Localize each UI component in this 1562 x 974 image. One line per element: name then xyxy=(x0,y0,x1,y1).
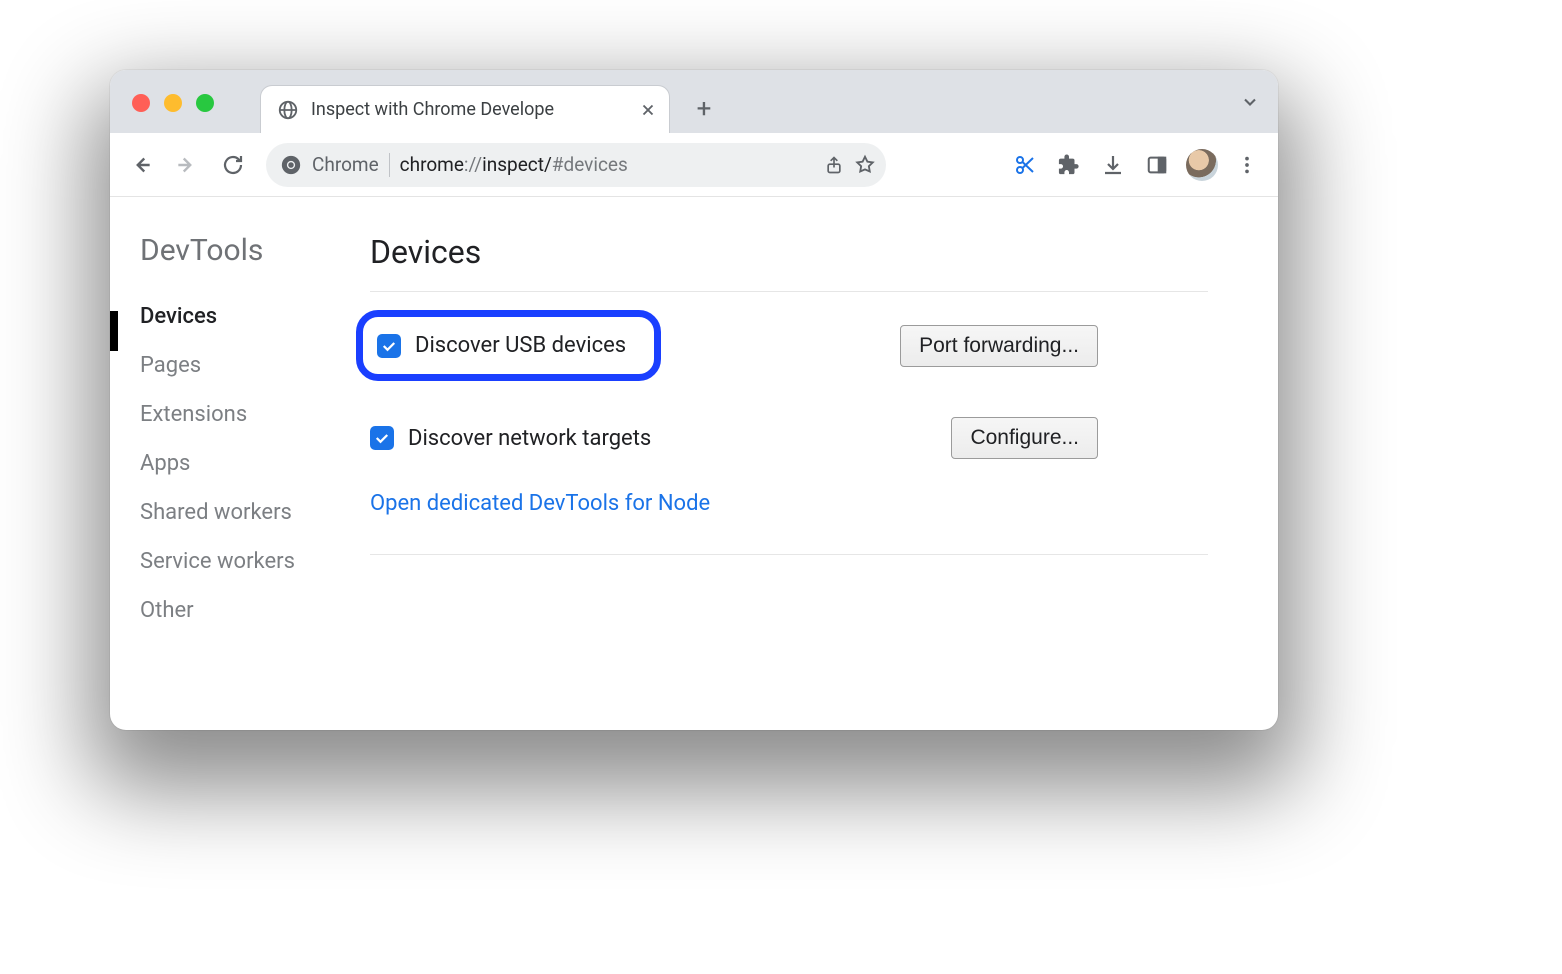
row-discover-network: Discover network targets Configure... xyxy=(370,399,1208,477)
page-heading: Devices xyxy=(370,233,1208,292)
configure-button[interactable]: Configure... xyxy=(951,417,1098,459)
discover-usb-checkbox[interactable] xyxy=(377,334,401,358)
maximize-window-button[interactable] xyxy=(196,94,214,112)
chevron-down-icon[interactable] xyxy=(1240,92,1260,112)
omnibox-chip: Chrome xyxy=(312,153,379,176)
side-panel-icon[interactable] xyxy=(1136,144,1178,186)
open-node-devtools-link[interactable]: Open dedicated DevTools for Node xyxy=(370,477,710,536)
discover-usb-label: Discover USB devices xyxy=(415,333,626,358)
downloads-icon[interactable] xyxy=(1092,144,1134,186)
sidebar-item-service-workers[interactable]: Service workers xyxy=(140,537,360,586)
tab-title: Inspect with Chrome Develope xyxy=(311,99,554,120)
row-node-link: Open dedicated DevTools for Node xyxy=(370,477,1208,555)
toolbar: Chrome chrome://inspect/#devices xyxy=(110,133,1278,197)
close-tab-icon[interactable] xyxy=(639,101,657,119)
highlight-annotation: Discover USB devices xyxy=(356,310,661,381)
sidebar-item-shared-workers[interactable]: Shared workers xyxy=(140,488,360,537)
discover-usb-group: Discover USB devices xyxy=(377,333,626,358)
back-button[interactable] xyxy=(120,144,162,186)
row-discover-usb: Discover USB devices Port forwarding... xyxy=(370,292,1208,399)
chrome-icon xyxy=(280,154,302,176)
port-forwarding-button[interactable]: Port forwarding... xyxy=(900,325,1098,367)
browser-tab[interactable]: Inspect with Chrome Develope xyxy=(260,85,670,133)
traffic-lights xyxy=(132,94,214,112)
omnibox-actions xyxy=(824,154,876,176)
sidebar-title: DevTools xyxy=(140,233,360,268)
extensions-icon[interactable] xyxy=(1048,144,1090,186)
menu-icon[interactable] xyxy=(1226,144,1268,186)
toolbar-right xyxy=(1004,144,1268,186)
profile-avatar[interactable] xyxy=(1186,149,1218,181)
omnibox-url: chrome://inspect/#devices xyxy=(400,153,814,176)
minimize-window-button[interactable] xyxy=(164,94,182,112)
sidebar-item-apps[interactable]: Apps xyxy=(140,439,360,488)
globe-icon xyxy=(277,99,299,121)
sidebar-item-devices[interactable]: Devices xyxy=(140,292,360,341)
share-icon[interactable] xyxy=(824,155,844,175)
bookmark-star-icon[interactable] xyxy=(854,154,876,176)
discover-network-checkbox[interactable] xyxy=(370,426,394,450)
omnibox[interactable]: Chrome chrome://inspect/#devices xyxy=(266,143,886,187)
main: Devices Discover USB devices Port forwar… xyxy=(360,197,1278,730)
active-indicator xyxy=(110,311,118,351)
new-tab-button[interactable]: + xyxy=(684,89,724,129)
discover-network-label: Discover network targets xyxy=(408,426,651,451)
browser-window: Inspect with Chrome Develope + Chrome ch… xyxy=(110,70,1278,730)
separator xyxy=(389,153,390,177)
discover-network-group: Discover network targets xyxy=(370,426,651,451)
forward-button[interactable] xyxy=(166,144,208,186)
sidebar: DevTools Devices Pages Extensions Apps S… xyxy=(110,197,360,730)
close-window-button[interactable] xyxy=(132,94,150,112)
sidebar-item-pages[interactable]: Pages xyxy=(140,341,360,390)
reload-button[interactable] xyxy=(212,144,254,186)
tabstrip: Inspect with Chrome Develope + xyxy=(260,70,1278,133)
titlebar: Inspect with Chrome Develope + xyxy=(110,70,1278,133)
scissors-icon[interactable] xyxy=(1004,144,1046,186)
sidebar-item-extensions[interactable]: Extensions xyxy=(140,390,360,439)
content: DevTools Devices Pages Extensions Apps S… xyxy=(110,197,1278,730)
sidebar-item-other[interactable]: Other xyxy=(140,586,360,635)
